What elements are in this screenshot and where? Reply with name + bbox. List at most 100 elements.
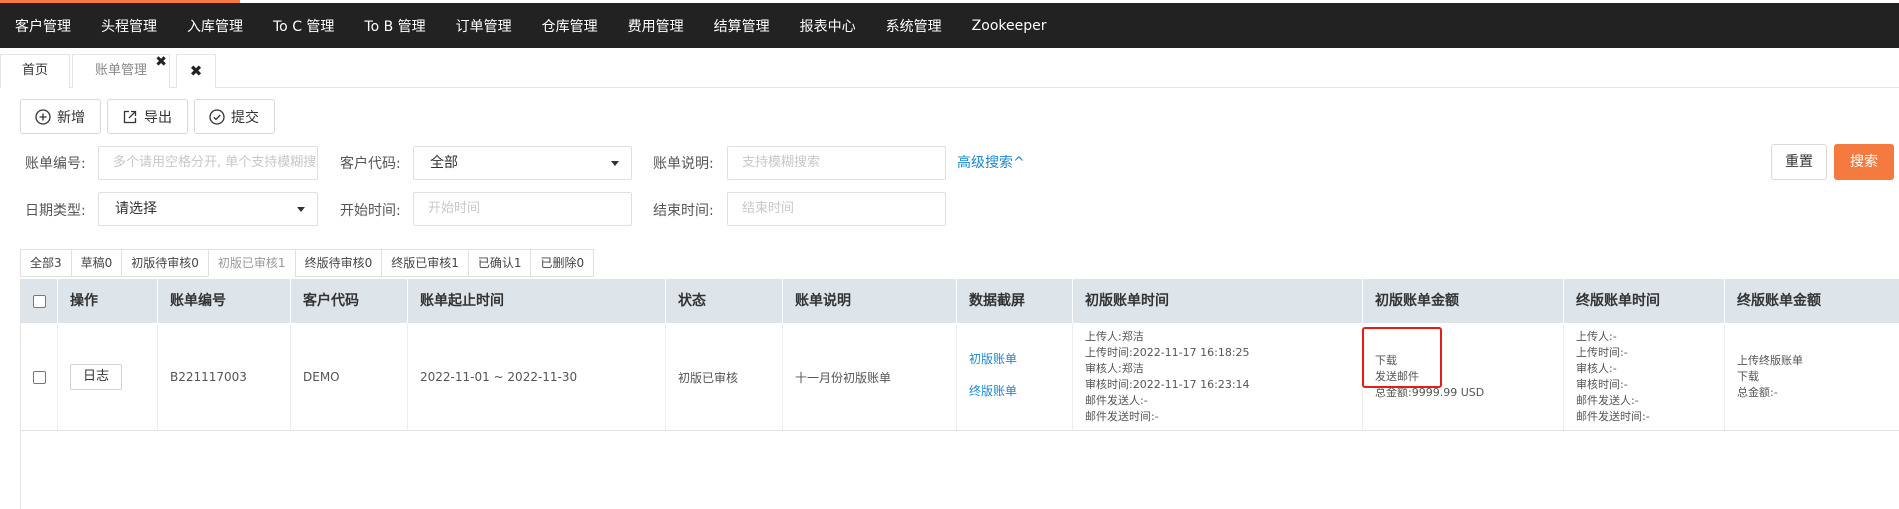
table-header: 操作 账单编号 客户代码 账单起止时间 状态 账单说明 数据截屏 初版账单时间 … [21, 279, 1899, 323]
add-button-label: 新增 [57, 109, 85, 126]
search-button[interactable]: 搜索 [1834, 144, 1894, 180]
row-desc: 十一月份初版账单 [783, 323, 957, 431]
date-type-label: 日期类型: [25, 203, 86, 219]
row-final-amount-cell: 上传终版账单 下载 总金额:- [1725, 323, 1899, 431]
initial-bill-link[interactable]: 初版账单 [969, 351, 1072, 367]
date-type-select[interactable]: 请选择 [98, 192, 318, 226]
col-header-screenshot: 数据截屏 [957, 279, 1073, 323]
tab-bill-label: 账单管理 [94, 63, 147, 78]
start-time-label: 开始时间: [340, 203, 401, 219]
page-tab-bar: 首页 账单管理 ✖ ✖ [0, 48, 1899, 88]
row-actions-cell: 日志 [58, 323, 158, 431]
status-tabs: 全部3 草稿0 初版待审核0 初版已审核1 终版待审核0 终版已审核1 已确认1… [20, 249, 595, 277]
final-upload-time: 上传时间:- [1576, 346, 1628, 359]
initial-uploader: 上传人:郑洁 [1085, 330, 1144, 343]
initial-reviewer: 审核人:郑洁 [1085, 362, 1144, 375]
initial-mail-time: 邮件发送时间:- [1085, 410, 1159, 423]
customer-code-label: 客户代码: [340, 156, 401, 172]
status-tab-initial-pending[interactable]: 初版待审核0 [121, 249, 209, 277]
row-bill-no: B221117003 [158, 323, 291, 431]
bill-no-input[interactable]: 多个请用空格分开, 单个支持模糊搜索 [98, 146, 318, 180]
status-tab-deleted[interactable]: 已删除0 [530, 249, 595, 277]
top-nav: 客户管理 头程管理 入库管理 To C 管理 To B 管理 订单管理 仓库管理… [0, 3, 1899, 48]
final-uploader: 上传人:- [1576, 330, 1617, 343]
col-header-customer: 客户代码 [291, 279, 408, 323]
status-tab-all[interactable]: 全部3 [20, 249, 72, 277]
final-mail-time: 邮件发送时间:- [1576, 410, 1650, 423]
final-bill-link[interactable]: 终版账单 [969, 383, 1072, 399]
tab-bill-management[interactable]: 账单管理 ✖ [72, 54, 170, 88]
nav-item-warehouse[interactable]: 仓库管理 [542, 16, 598, 36]
highlight-box [1362, 327, 1442, 388]
initial-upload-time: 上传时间:2022-11-17 16:18:25 [1085, 346, 1250, 359]
status-tab-final-approved[interactable]: 终版已审核1 [381, 249, 469, 277]
row-period: 2022-11-01 ~ 2022-11-30 [408, 323, 666, 431]
row-checkbox[interactable] [33, 370, 46, 384]
bill-no-label: 账单编号: [25, 156, 86, 172]
nav-item-inbound[interactable]: 入库管理 [187, 16, 243, 36]
status-tab-initial-approved[interactable]: 初版已审核1 [207, 249, 296, 277]
status-tab-draft[interactable]: 草稿0 [70, 249, 123, 277]
customer-code-value: 全部 [430, 155, 458, 171]
export-button[interactable]: 导出 [107, 99, 188, 134]
submit-button-label: 提交 [231, 109, 259, 126]
tab-close-icon[interactable]: ✖ [155, 46, 167, 78]
row-status: 初版已审核 [666, 323, 783, 431]
check-circle-icon [209, 108, 225, 125]
nav-item-toc[interactable]: To C 管理 [273, 16, 334, 36]
toolbar: 新增 导出 提交 [20, 99, 281, 134]
nav-item-settlement[interactable]: 结算管理 [714, 16, 770, 36]
row-customer: DEMO [291, 323, 408, 431]
final-total-amount: 总金额:- [1737, 386, 1778, 399]
start-time-input[interactable]: 开始时间 [413, 192, 632, 226]
nav-item-customer[interactable]: 客户管理 [15, 16, 71, 36]
upload-final-bill-link[interactable]: 上传终版账单 [1737, 353, 1899, 369]
col-header-actions: 操作 [58, 279, 158, 323]
status-tab-confirmed[interactable]: 已确认1 [467, 249, 532, 277]
end-time-label: 结束时间: [653, 203, 714, 219]
reset-button[interactable]: 重置 [1771, 144, 1827, 180]
row-final-time-cell: 上传人:- 上传时间:- 审核人:- 审核时间:- 邮件发送人:- 邮件发送时间… [1564, 323, 1725, 431]
select-all-cell [21, 279, 58, 323]
tab-home[interactable]: 首页 [0, 54, 70, 88]
nav-item-tob[interactable]: To B 管理 [364, 16, 425, 36]
add-button[interactable]: 新增 [20, 99, 101, 134]
nav-item-system[interactable]: 系统管理 [886, 16, 942, 36]
nav-item-first-leg[interactable]: 头程管理 [101, 16, 157, 36]
advanced-search-link[interactable]: 高级搜索^ [957, 152, 1025, 172]
status-tab-final-pending[interactable]: 终版待审核0 [294, 249, 383, 277]
bill-desc-label: 账单说明: [653, 156, 714, 172]
plus-circle-icon [35, 108, 51, 125]
nav-item-zookeeper[interactable]: Zookeeper [972, 18, 1047, 34]
nav-item-fees[interactable]: 费用管理 [628, 16, 684, 36]
nav-item-reports[interactable]: 报表中心 [800, 16, 856, 36]
end-time-input[interactable]: 结束时间 [727, 192, 946, 226]
final-mail-sender: 邮件发送人:- [1576, 394, 1639, 407]
col-header-initial-time: 初版账单时间 [1073, 279, 1363, 323]
submit-button[interactable]: 提交 [194, 99, 275, 134]
export-icon [123, 110, 137, 123]
row-initial-time-cell: 上传人:郑洁 上传时间:2022-11-17 16:18:25 审核人:郑洁 审… [1073, 323, 1363, 431]
date-type-value: 请选择 [115, 201, 157, 217]
close-all-tabs-icon[interactable]: ✖ [176, 54, 216, 88]
final-review-time: 审核时间:- [1576, 378, 1628, 391]
final-download-link[interactable]: 下载 [1737, 369, 1899, 385]
nav-item-orders[interactable]: 订单管理 [456, 16, 512, 36]
customer-code-select[interactable]: 全部 [413, 146, 632, 180]
col-header-final-time: 终版账单时间 [1564, 279, 1725, 323]
export-button-label: 导出 [144, 109, 172, 126]
row-screenshot-cell: 初版账单 终版账单 [957, 323, 1073, 431]
col-header-final-amount: 终版账单金额 [1737, 293, 1821, 309]
col-header-status: 状态 [666, 279, 783, 323]
table-row: 日志 B221117003 DEMO 2022-11-01 ~ 2022-11-… [21, 323, 1899, 431]
col-header-bill-no: 账单编号 [158, 279, 291, 323]
select-all-checkbox[interactable] [33, 294, 46, 308]
bill-desc-input[interactable]: 支持模糊搜索 [727, 146, 946, 180]
chevron-down-icon [611, 161, 619, 166]
col-header-initial-amount: 初版账单金额 [1363, 279, 1564, 323]
log-button[interactable]: 日志 [70, 364, 123, 390]
bill-table: 操作 账单编号 客户代码 账单起止时间 状态 账单说明 数据截屏 初版账单时间 … [20, 279, 1899, 509]
chevron-down-icon [297, 207, 305, 212]
col-header-desc: 账单说明 [783, 279, 957, 323]
col-header-period: 账单起止时间 [408, 279, 666, 323]
